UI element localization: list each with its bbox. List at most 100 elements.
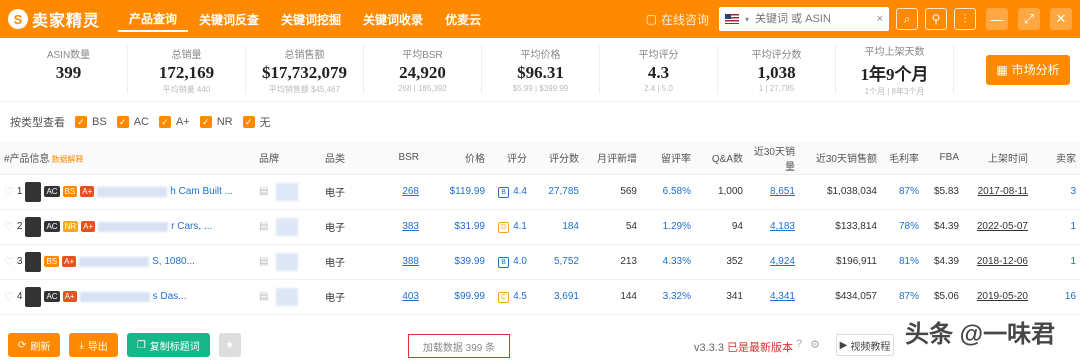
online-consult-button[interactable]: ▢ 在线咨询: [646, 11, 709, 28]
filter-none-checkbox[interactable]: ✓ 无: [242, 114, 271, 130]
col-fba[interactable]: FBA: [923, 142, 963, 175]
search-input[interactable]: [755, 13, 871, 25]
doc-icon[interactable]: ▤: [259, 291, 268, 302]
col-category[interactable]: 品类: [321, 142, 381, 175]
bsr-link[interactable]: 383: [402, 221, 419, 232]
doc-icon[interactable]: ▤: [259, 256, 268, 267]
close-button[interactable]: ✕: [1050, 8, 1072, 30]
col-30d-revenue[interactable]: 近30天销售额: [799, 142, 881, 175]
market-analysis-button[interactable]: ▦ 市场分析: [986, 54, 1070, 85]
table-row[interactable]: ♡ 1 AC BS A+ h Cam Built ... ▤ 电子 268 $119…: [0, 174, 1080, 209]
bsr-link[interactable]: 403: [402, 291, 419, 302]
doc-icon[interactable]: ▤: [259, 186, 268, 197]
help-icon[interactable]: ?: [796, 338, 802, 351]
gear-icon[interactable]: ⚙: [810, 338, 820, 351]
refresh-label: 刷新: [30, 341, 51, 353]
listing-date[interactable]: 2019-05-20: [977, 291, 1028, 302]
col-bsr[interactable]: BSR: [381, 142, 423, 175]
bsr-link[interactable]: 268: [402, 186, 419, 197]
col-monthly-new[interactable]: 月评新增: [583, 142, 641, 175]
stat-sub: 1个月 | 8年3个月: [864, 87, 925, 96]
product-title[interactable]: S, 1080...: [152, 256, 195, 267]
row-number: 2: [16, 221, 23, 232]
sales-link[interactable]: 8,651: [770, 186, 795, 197]
col-qa[interactable]: Q&A数: [695, 142, 747, 175]
filter-option-label: NR: [216, 116, 233, 128]
fba-fee: $4.39: [933, 221, 959, 232]
seller-count[interactable]: 16: [1032, 279, 1080, 314]
export-button[interactable]: ⤓ 导出: [69, 333, 118, 357]
clear-icon[interactable]: ×: [877, 13, 883, 25]
product-thumbnail[interactable]: [25, 286, 42, 307]
nav-keyword-mining[interactable]: 关键词挖掘: [270, 0, 352, 38]
us-flag-icon[interactable]: [725, 14, 739, 24]
search-button[interactable]: ⌕: [896, 8, 918, 30]
col-30d-sales[interactable]: 近30天销量: [747, 142, 799, 175]
data-explain-link[interactable]: 数据解释: [52, 155, 84, 164]
listing-date[interactable]: 2018-12-06: [977, 256, 1028, 267]
sales-link[interactable]: 4,924: [770, 256, 795, 267]
product-title[interactable]: r Cars, ...: [171, 221, 212, 232]
seller-count[interactable]: 1: [1032, 244, 1080, 279]
filter-ac-checkbox[interactable]: ✓ AC: [116, 116, 149, 128]
heart-icon[interactable]: ♡: [4, 290, 14, 303]
video-tutorial-button[interactable]: ▶ 视频教程: [836, 334, 894, 356]
seller-count[interactable]: 1: [1032, 209, 1080, 244]
sales-link[interactable]: 4,183: [770, 221, 795, 232]
heart-icon[interactable]: ♡: [4, 185, 14, 198]
col-margin[interactable]: 毛利率: [881, 142, 923, 175]
maximize-button[interactable]: ⤢: [1018, 8, 1040, 30]
logo-icon: S: [8, 9, 28, 29]
nav-youmaiyun[interactable]: 优麦云: [434, 0, 492, 38]
listing-date[interactable]: 2017-08-11: [978, 186, 1028, 197]
listing-date[interactable]: 2022-05-07: [977, 221, 1028, 232]
product-thumbnail[interactable]: [25, 216, 42, 237]
fba-fee: $4.39: [933, 256, 959, 267]
col-sellers[interactable]: 卖家: [1032, 142, 1080, 175]
revenue: $434,057: [835, 291, 877, 302]
filter-aplus-checkbox[interactable]: ✓ A+: [158, 116, 190, 128]
heart-icon[interactable]: ♡: [4, 255, 14, 268]
product-table: #产品信息 数据解释 品牌 品类 BSR 价格 评分 评分数 月评新增 留评率 Q…: [0, 142, 1080, 315]
table-row[interactable]: ♡ 4 AC A+ s Das... ▤ 电子 403 $99.99 C 4.5 3…: [0, 279, 1080, 314]
table-row[interactable]: ♡ 2 AC NR A+ r Cars, ... ▤ 电子 383 $31.99 D…: [0, 209, 1080, 244]
product-title[interactable]: h Cam Built ...: [170, 186, 233, 197]
col-brand[interactable]: 品牌: [255, 142, 321, 175]
filter-button[interactable]: ⚲: [925, 8, 947, 30]
bsr-link[interactable]: 388: [402, 256, 419, 267]
seller-count[interactable]: 3: [1032, 174, 1080, 209]
copy-titles-button[interactable]: ❐ 复制标题词: [126, 333, 210, 357]
col-rating[interactable]: 评分: [489, 142, 531, 175]
filter-option-label: BS: [92, 116, 107, 128]
favorite-button[interactable]: ★: [218, 333, 241, 357]
badge-ac: AC: [44, 291, 60, 302]
margin: 78%: [898, 221, 919, 232]
product-title[interactable]: s Das...: [153, 291, 187, 302]
chevron-down-icon[interactable]: ▾: [745, 15, 749, 24]
nav-product-query[interactable]: 产品查询: [118, 4, 189, 32]
review-count: 5,752: [553, 256, 579, 267]
col-review-rate[interactable]: 留评率: [641, 142, 695, 175]
col-price[interactable]: 价格: [423, 142, 489, 175]
doc-icon[interactable]: ▤: [259, 221, 268, 232]
nav-keyword-reverse[interactable]: 关键词反查: [188, 0, 270, 38]
product-thumbnail[interactable]: [25, 181, 42, 202]
col-product[interactable]: #产品信息 数据解释: [0, 142, 255, 175]
table-row[interactable]: ♡ 3 BS A+ S, 1080... ▤ 电子 388 $39.99 B 4.0…: [0, 244, 1080, 279]
sales-link[interactable]: 4,341: [770, 291, 795, 302]
filter-nr-checkbox[interactable]: ✓ NR: [199, 116, 233, 128]
nav-keyword-index[interactable]: 关键词收录: [352, 0, 434, 38]
product-thumbnail[interactable]: [25, 251, 42, 272]
col-listing-date[interactable]: 上架时间: [963, 142, 1032, 175]
heart-icon[interactable]: ♡: [4, 220, 14, 233]
filter-bs-checkbox[interactable]: ✓ BS: [75, 116, 107, 128]
stat-total-revenue: 总销售额 $17,732,079 平均销售额 $45,467: [246, 45, 364, 94]
col-reviews[interactable]: 评分数: [531, 142, 583, 175]
stat-value: 1,038: [757, 62, 796, 82]
market-analysis-label: 市场分析: [1011, 63, 1060, 77]
minimize-button[interactable]: —: [986, 8, 1008, 30]
settings-button[interactable]: ⫶: [954, 8, 976, 30]
badge-aplus: A+: [80, 186, 95, 197]
refresh-button[interactable]: ⟳ 刷新: [8, 333, 61, 357]
minimize-icon: —: [990, 11, 1004, 27]
